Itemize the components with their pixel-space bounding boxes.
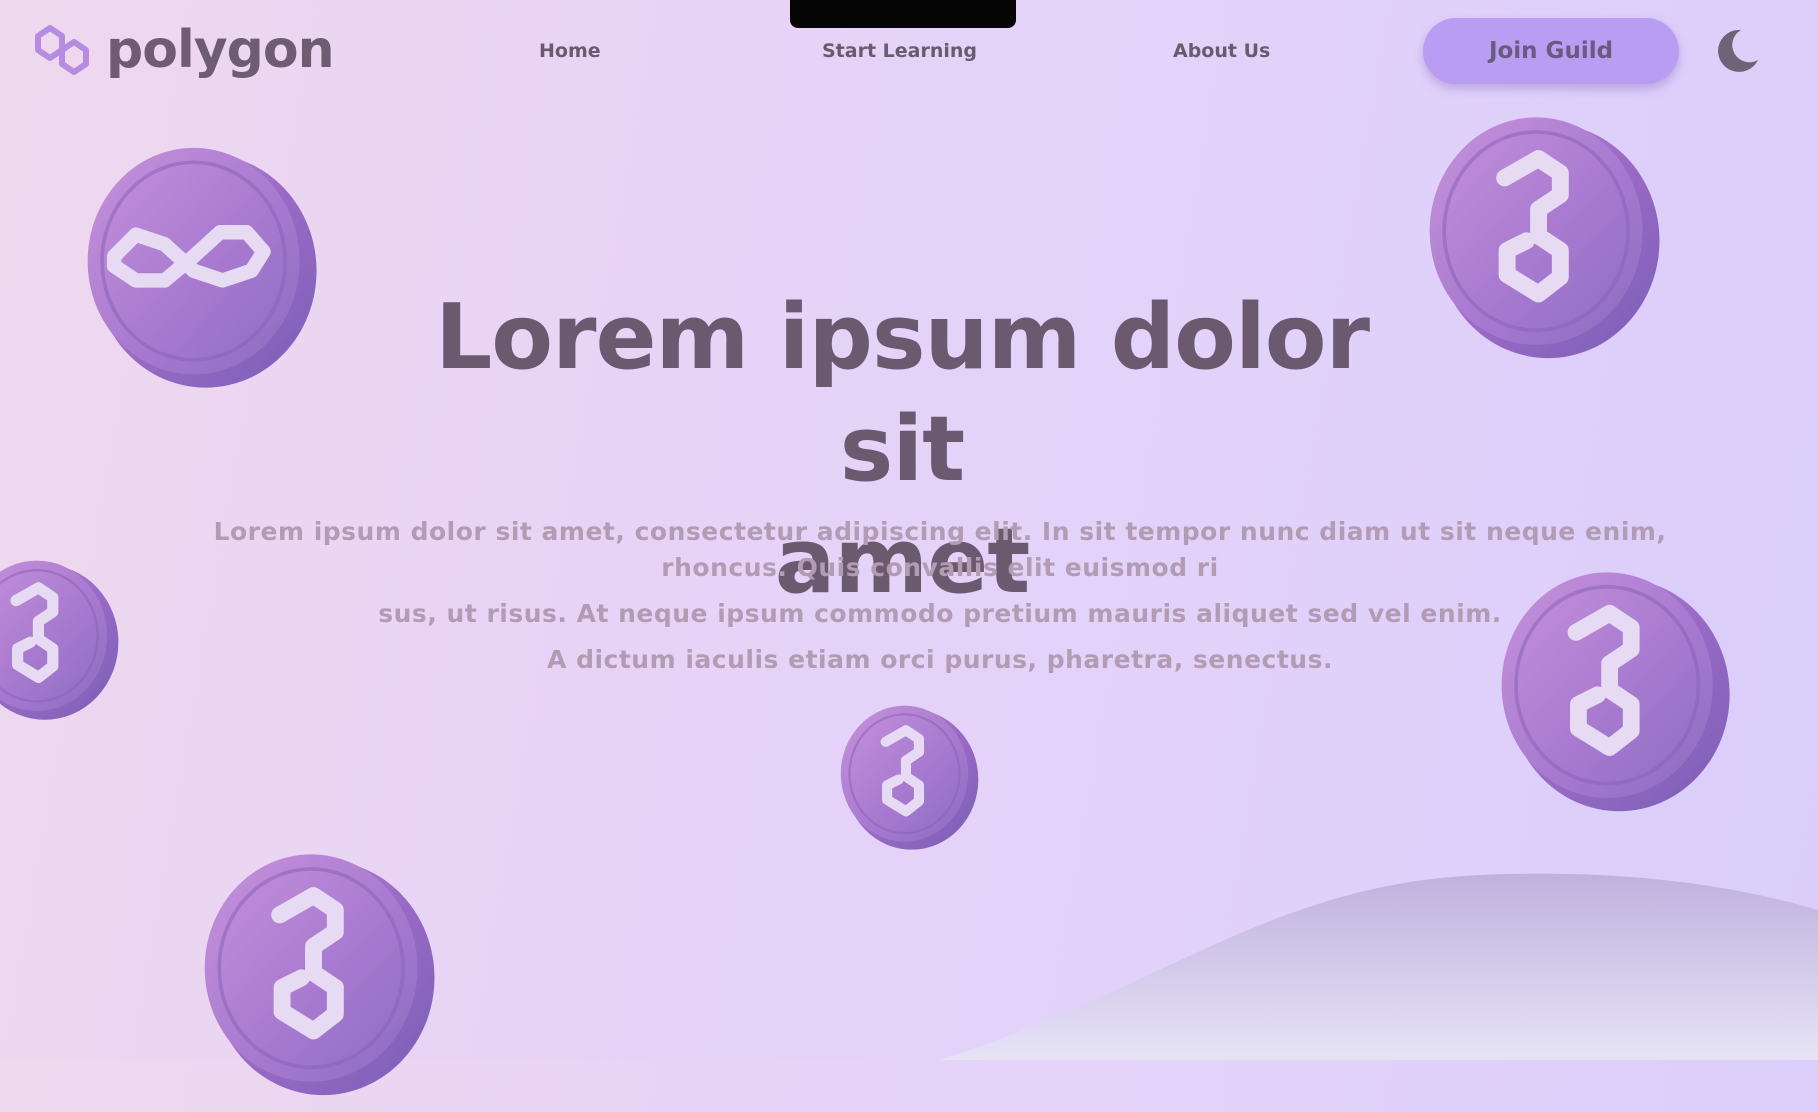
camera-notch xyxy=(790,0,1016,28)
hero-subtitle: Lorem ipsum dolor sit amet, consectetur … xyxy=(180,514,1700,678)
polygon-coin-icon xyxy=(1420,110,1674,380)
nav-about-us-link[interactable]: About Us xyxy=(1173,40,1270,62)
hero-subtitle-line: Lorem ipsum dolor sit amet, consectetur … xyxy=(213,517,1667,546)
hero-subtitle-line: sus, ut risus. At neque ipsum commodo pr… xyxy=(378,599,1502,628)
nav-start-learning-link[interactable]: Start Learning xyxy=(822,40,977,62)
polygon-coin-icon xyxy=(188,852,456,1112)
hero-subtitle-line: A dictum iaculis etiam orci purus, phare… xyxy=(547,645,1333,674)
brand-logo[interactable]: polygon xyxy=(28,16,335,88)
moon-icon[interactable] xyxy=(1712,26,1762,76)
polygon-logo-icon xyxy=(35,25,89,75)
nav-home-link[interactable]: Home xyxy=(539,40,601,62)
hero-title-line: Lorem ipsum dolor sit xyxy=(434,285,1370,502)
hero-subtitle-line: rhoncus. Quis convallis elit euismod ri xyxy=(661,553,1219,582)
polygon-coin-icon xyxy=(87,147,317,388)
polygon-coin-icon xyxy=(0,555,128,735)
polygon-coin-icon xyxy=(835,700,987,864)
brand-name: polygon xyxy=(106,20,335,80)
join-guild-button[interactable]: Join Guild xyxy=(1423,18,1679,84)
